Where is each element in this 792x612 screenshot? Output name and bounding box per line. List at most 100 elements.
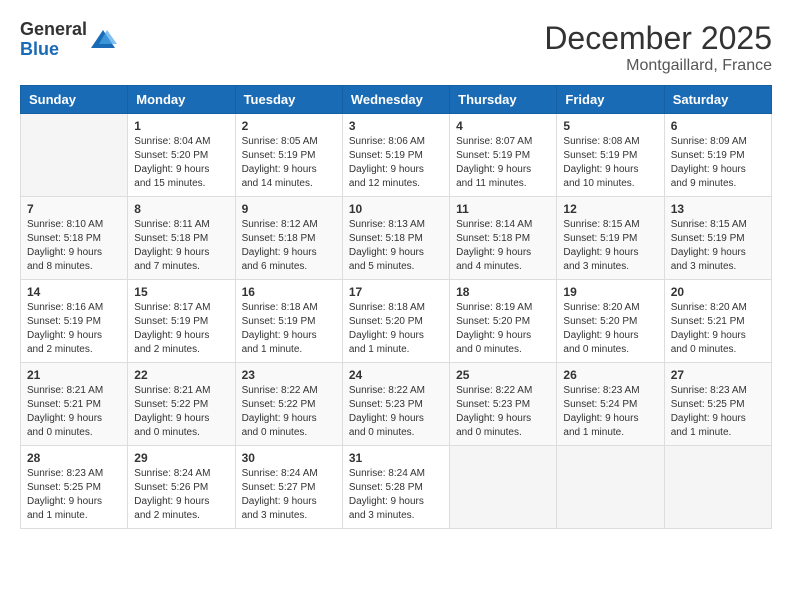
- day-number: 25: [456, 368, 550, 382]
- day-info: Sunrise: 8:10 AMSunset: 5:18 PMDaylight:…: [27, 218, 121, 274]
- calendar-cell: [557, 446, 664, 529]
- calendar-cell: 8 Sunrise: 8:11 AMSunset: 5:18 PMDaylight…: [128, 197, 235, 280]
- day-info: Sunrise: 8:23 AMSunset: 5:24 PMDaylight:…: [563, 384, 657, 440]
- day-info: Sunrise: 8:21 AMSunset: 5:22 PMDaylight:…: [134, 384, 228, 440]
- calendar-week-row: 28Sunrise: 8:23 AMSunset: 5:25 PMDayligh…: [21, 446, 772, 529]
- day-number: 6: [671, 119, 765, 133]
- logo-general-text: General: [20, 20, 87, 40]
- calendar-cell: 20 Sunrise: 8:20 AMSunset: 5:21 PMDayligh…: [664, 280, 771, 363]
- calendar-cell: 14Sunrise: 8:16 AMSunset: 5:19 PMDayligh…: [21, 280, 128, 363]
- calendar-cell: 11 Sunrise: 8:14 AMSunset: 5:18 PMDayligh…: [450, 197, 557, 280]
- day-number: 16: [242, 285, 336, 299]
- day-number: 10: [349, 202, 443, 216]
- day-info: Sunrise: 8:19 AMSunset: 5:20 PMDaylight:…: [456, 301, 550, 357]
- month-title: December 2025: [544, 20, 772, 57]
- day-info: Sunrise: 8:09 AMSunset: 5:19 PMDaylight:…: [671, 135, 765, 191]
- day-number: 13: [671, 202, 765, 216]
- day-number: 30: [242, 451, 336, 465]
- calendar-cell: [21, 114, 128, 197]
- weekday-header-wednesday: Wednesday: [342, 86, 449, 114]
- day-number: 12: [563, 202, 657, 216]
- weekday-header-friday: Friday: [557, 86, 664, 114]
- day-number: 2: [242, 119, 336, 133]
- weekday-header-row: SundayMondayTuesdayWednesdayThursdayFrid…: [21, 86, 772, 114]
- day-info: Sunrise: 8:18 AMSunset: 5:19 PMDaylight:…: [242, 301, 336, 357]
- calendar-cell: 13 Sunrise: 8:15 AMSunset: 5:19 PMDayligh…: [664, 197, 771, 280]
- day-info: Sunrise: 8:13 AMSunset: 5:18 PMDaylight:…: [349, 218, 443, 274]
- logo-blue-text: Blue: [20, 40, 87, 60]
- location-subtitle: Montgaillard, France: [544, 57, 772, 75]
- day-number: 17: [349, 285, 443, 299]
- day-number: 27: [671, 368, 765, 382]
- calendar-cell: 31 Sunrise: 8:24 AMSunset: 5:28 PMDayligh…: [342, 446, 449, 529]
- day-info: Sunrise: 8:22 AMSunset: 5:23 PMDaylight:…: [349, 384, 443, 440]
- calendar-cell: 17Sunrise: 8:18 AMSunset: 5:20 PMDayligh…: [342, 280, 449, 363]
- day-info: Sunrise: 8:20 AMSunset: 5:21 PMDaylight:…: [671, 301, 765, 357]
- day-info: Sunrise: 8:07 AMSunset: 5:19 PMDaylight:…: [456, 135, 550, 191]
- day-info: Sunrise: 8:11 AMSunset: 5:18 PMDaylight:…: [134, 218, 228, 274]
- calendar-cell: 28Sunrise: 8:23 AMSunset: 5:25 PMDayligh…: [21, 446, 128, 529]
- weekday-header-thursday: Thursday: [450, 86, 557, 114]
- calendar-cell: [450, 446, 557, 529]
- calendar-cell: 19Sunrise: 8:20 AMSunset: 5:20 PMDayligh…: [557, 280, 664, 363]
- calendar-week-row: 21 Sunrise: 8:21 AMSunset: 5:21 PMDayligh…: [21, 363, 772, 446]
- day-info: Sunrise: 8:14 AMSunset: 5:18 PMDaylight:…: [456, 218, 550, 274]
- day-number: 11: [456, 202, 550, 216]
- day-number: 3: [349, 119, 443, 133]
- day-number: 8: [134, 202, 228, 216]
- day-info: Sunrise: 8:05 AMSunset: 5:19 PMDaylight:…: [242, 135, 336, 191]
- weekday-header-tuesday: Tuesday: [235, 86, 342, 114]
- calendar-cell: 2 Sunrise: 8:05 AMSunset: 5:19 PMDaylight…: [235, 114, 342, 197]
- calendar-cell: 27 Sunrise: 8:23 AMSunset: 5:25 PMDayligh…: [664, 363, 771, 446]
- day-info: Sunrise: 8:15 AMSunset: 5:19 PMDaylight:…: [671, 218, 765, 274]
- weekday-header-saturday: Saturday: [664, 86, 771, 114]
- day-info: Sunrise: 8:24 AMSunset: 5:26 PMDaylight:…: [134, 467, 228, 523]
- day-info: Sunrise: 8:24 AMSunset: 5:28 PMDaylight:…: [349, 467, 443, 523]
- day-number: 21: [27, 368, 121, 382]
- calendar-cell: [664, 446, 771, 529]
- day-info: Sunrise: 8:22 AMSunset: 5:22 PMDaylight:…: [242, 384, 336, 440]
- day-info: Sunrise: 8:22 AMSunset: 5:23 PMDaylight:…: [456, 384, 550, 440]
- calendar-cell: 4 Sunrise: 8:07 AMSunset: 5:19 PMDaylight…: [450, 114, 557, 197]
- day-number: 29: [134, 451, 228, 465]
- day-number: 26: [563, 368, 657, 382]
- calendar-cell: 16 Sunrise: 8:18 AMSunset: 5:19 PMDayligh…: [235, 280, 342, 363]
- calendar-cell: 21 Sunrise: 8:21 AMSunset: 5:21 PMDayligh…: [21, 363, 128, 446]
- day-number: 1: [134, 119, 228, 133]
- calendar-cell: 23Sunrise: 8:22 AMSunset: 5:22 PMDayligh…: [235, 363, 342, 446]
- page-header: General Blue December 2025 Montgaillard,…: [20, 20, 772, 75]
- calendar-week-row: 1 Sunrise: 8:04 AMSunset: 5:20 PMDaylight…: [21, 114, 772, 197]
- weekday-header-monday: Monday: [128, 86, 235, 114]
- calendar-cell: 10 Sunrise: 8:13 AMSunset: 5:18 PMDayligh…: [342, 197, 449, 280]
- calendar-cell: 15 Sunrise: 8:17 AMSunset: 5:19 PMDayligh…: [128, 280, 235, 363]
- calendar-cell: 25 Sunrise: 8:22 AMSunset: 5:23 PMDayligh…: [450, 363, 557, 446]
- day-number: 7: [27, 202, 121, 216]
- day-info: Sunrise: 8:04 AMSunset: 5:20 PMDaylight:…: [134, 135, 228, 191]
- day-number: 20: [671, 285, 765, 299]
- day-info: Sunrise: 8:06 AMSunset: 5:19 PMDaylight:…: [349, 135, 443, 191]
- day-number: 9: [242, 202, 336, 216]
- calendar-cell: 12 Sunrise: 8:15 AMSunset: 5:19 PMDayligh…: [557, 197, 664, 280]
- day-number: 15: [134, 285, 228, 299]
- logo: General Blue: [20, 20, 117, 60]
- day-info: Sunrise: 8:08 AMSunset: 5:19 PMDaylight:…: [563, 135, 657, 191]
- day-info: Sunrise: 8:20 AMSunset: 5:20 PMDaylight:…: [563, 301, 657, 357]
- calendar-cell: 29 Sunrise: 8:24 AMSunset: 5:26 PMDayligh…: [128, 446, 235, 529]
- calendar-cell: 6 Sunrise: 8:09 AMSunset: 5:19 PMDaylight…: [664, 114, 771, 197]
- day-number: 18: [456, 285, 550, 299]
- calendar-cell: 7 Sunrise: 8:10 AMSunset: 5:18 PMDaylight…: [21, 197, 128, 280]
- day-info: Sunrise: 8:21 AMSunset: 5:21 PMDaylight:…: [27, 384, 121, 440]
- day-info: Sunrise: 8:15 AMSunset: 5:19 PMDaylight:…: [563, 218, 657, 274]
- calendar-cell: 3 Sunrise: 8:06 AMSunset: 5:19 PMDaylight…: [342, 114, 449, 197]
- calendar-week-row: 7 Sunrise: 8:10 AMSunset: 5:18 PMDaylight…: [21, 197, 772, 280]
- day-number: 22: [134, 368, 228, 382]
- calendar-cell: 18 Sunrise: 8:19 AMSunset: 5:20 PMDayligh…: [450, 280, 557, 363]
- day-number: 4: [456, 119, 550, 133]
- day-info: Sunrise: 8:23 AMSunset: 5:25 PMDaylight:…: [671, 384, 765, 440]
- day-info: Sunrise: 8:17 AMSunset: 5:19 PMDaylight:…: [134, 301, 228, 357]
- calendar-cell: 5Sunrise: 8:08 AMSunset: 5:19 PMDaylight…: [557, 114, 664, 197]
- logo-icon: [89, 26, 117, 54]
- calendar-cell: 1 Sunrise: 8:04 AMSunset: 5:20 PMDaylight…: [128, 114, 235, 197]
- day-number: 31: [349, 451, 443, 465]
- calendar-cell: 26 Sunrise: 8:23 AMSunset: 5:24 PMDayligh…: [557, 363, 664, 446]
